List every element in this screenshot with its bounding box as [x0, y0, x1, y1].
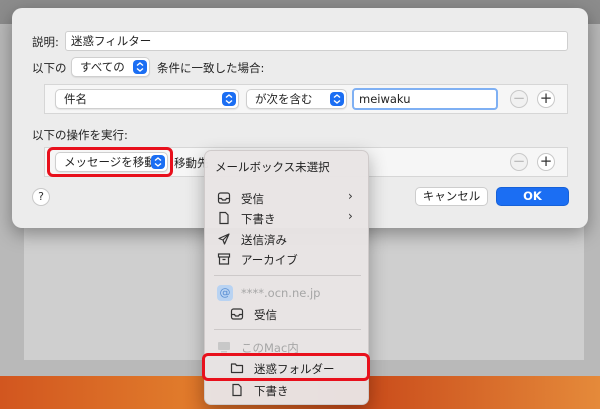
at-icon: @ [217, 285, 233, 301]
menu-item-drafts[interactable]: 下書き [241, 211, 276, 227]
menu-separator [214, 329, 361, 330]
archive-box-icon [217, 252, 231, 266]
description-field[interactable]: 迷惑フィルター [65, 31, 568, 51]
match-mode-popup[interactable]: すべての [71, 57, 150, 77]
menu-header-no-mailbox[interactable]: メールボックス未選択 [215, 159, 330, 175]
submenu-arrow-icon: › [348, 209, 353, 223]
menu-separator [214, 275, 361, 276]
condition-field-popup[interactable]: 件名 [55, 89, 239, 109]
action-type-highlight [47, 147, 173, 177]
menu-item-archive[interactable]: アーカイブ [241, 252, 298, 268]
match-mode-value: すべての [80, 60, 125, 74]
popup-chevrons-icon [222, 92, 236, 106]
condition-field-value: 件名 [64, 92, 87, 106]
menu-account-name: ****.ocn.ne.jp [241, 286, 321, 300]
add-condition-button[interactable]: + [537, 90, 555, 108]
remove-condition-button[interactable]: − [510, 90, 528, 108]
condition-operator-value: が次を含む [255, 92, 313, 106]
submenu-arrow-icon: › [348, 189, 353, 203]
document-icon [230, 383, 244, 397]
menu-item-inbox[interactable]: 受信 [241, 191, 264, 207]
tray-icon [217, 191, 231, 205]
tray-icon [230, 307, 244, 321]
match-prefix-label: 以下の [32, 61, 67, 75]
paperplane-icon [217, 232, 231, 246]
cancel-button[interactable]: キャンセル [415, 187, 488, 206]
menu-item-local-drafts[interactable]: 下書き [254, 383, 289, 399]
computer-icon [217, 340, 231, 354]
match-suffix-label: 条件に一致した場合: [157, 61, 265, 75]
actions-label: 以下の操作を実行: [32, 128, 128, 142]
document-icon [217, 211, 231, 225]
popup-chevrons-icon [133, 60, 147, 74]
menu-item-account-inbox[interactable]: 受信 [254, 307, 277, 323]
condition-value-field[interactable]: meiwaku [352, 88, 498, 110]
description-label: 説明: [32, 35, 59, 49]
popup-chevrons-icon [330, 92, 344, 106]
remove-action-button[interactable]: − [510, 153, 528, 171]
help-button[interactable]: ? [32, 188, 50, 206]
ok-button[interactable]: OK [496, 187, 569, 206]
menu-item-sent[interactable]: 送信済み [241, 232, 287, 248]
add-action-button[interactable]: + [537, 153, 555, 171]
mailbox-menu: メールボックス未選択 受信 › 下書き › 送信済み アーカイブ @ ****.… [202, 150, 370, 405]
spam-folder-highlight [202, 353, 370, 381]
condition-operator-popup[interactable]: が次を含む [246, 89, 347, 109]
